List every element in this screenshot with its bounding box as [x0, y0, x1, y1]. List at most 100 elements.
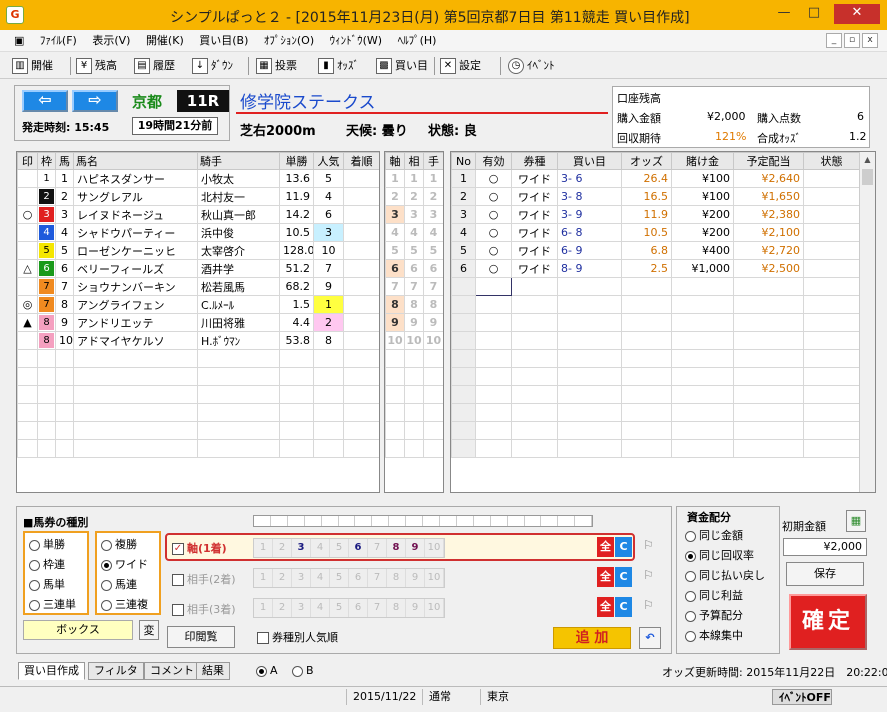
horse-row[interactable]: ▲ 8 9 アンドリエッテ 川田将雅 4.4 2 [17, 313, 379, 332]
ticket-type-radio[interactable] [101, 579, 112, 591]
tab-filter[interactable]: フィルタ [88, 662, 144, 680]
number-toggle[interactable]: 6 [349, 569, 368, 587]
partner2-flag-icon[interactable]: ⚐ [643, 568, 659, 586]
other-cell[interactable]: 8 [423, 295, 443, 314]
bet-amount[interactable]: ¥100 [671, 187, 734, 206]
partner2-all-button[interactable]: 全 [597, 567, 614, 587]
fund-radio[interactable] [685, 550, 696, 562]
col-mark[interactable]: 印 [17, 152, 38, 170]
axis-row[interactable]: 666 [385, 259, 443, 278]
partner2-checkbox[interactable] [172, 574, 184, 586]
bet-row[interactable]: 4 ○ ワイド 6- 8 10.5 ¥200 ¥2,100 [451, 223, 860, 242]
number-toggle[interactable]: 2 [273, 539, 292, 557]
confirm-button[interactable]: 確定 [789, 594, 867, 650]
fund-option[interactable]: 同じ回収率 [685, 547, 754, 563]
other-cell[interactable]: 7 [423, 277, 443, 296]
ticket-type-radio[interactable] [29, 539, 40, 551]
number-toggle[interactable]: 9 [406, 569, 425, 587]
bet-amount[interactable]: ¥1,000 [671, 259, 734, 278]
col-bet-amount[interactable]: 賭け金 [671, 152, 734, 170]
initial-amount-input[interactable]: ¥2,000 [783, 538, 867, 556]
horse-row[interactable]: 5 5 ローゼンケーニッヒ 太宰啓介 128.0 10 [17, 241, 379, 260]
axis-row[interactable]: 333 [385, 205, 443, 224]
toolbar-bets-button[interactable]: ▩ 買い目 [376, 56, 428, 76]
partner3-flag-icon[interactable]: ⚐ [643, 598, 659, 616]
ticket-type-radio[interactable] [29, 579, 40, 591]
number-toggle[interactable]: 3 [292, 569, 311, 587]
bet-valid[interactable]: ○ [475, 205, 512, 224]
horse-mark[interactable] [17, 277, 38, 296]
axis-row[interactable]: 888 [385, 295, 443, 314]
ticket-type-option[interactable]: 複勝 [101, 536, 137, 552]
number-toggle[interactable]: 5 [330, 569, 349, 587]
axis-checkbox[interactable]: ✓ [172, 543, 184, 555]
number-toggle[interactable]: 5 [330, 599, 349, 617]
other-cell[interactable]: 4 [423, 223, 443, 242]
axis-row[interactable]: 777 [385, 277, 443, 296]
fund-radio[interactable] [685, 570, 696, 582]
axis-all-button[interactable]: 全 [597, 537, 614, 557]
toolbar-download-button[interactable]: ↓ ﾀﾞｳﾝ [192, 56, 233, 76]
horse-mark[interactable]: ◎ [17, 295, 38, 314]
fund-radio[interactable] [685, 630, 696, 642]
bet-amount[interactable]: ¥100 [671, 169, 734, 188]
partner3-clear-button[interactable]: C [615, 597, 632, 617]
view-a-option[interactable]: A [256, 664, 278, 677]
number-toggle[interactable]: 2 [273, 569, 292, 587]
col-odds[interactable]: 単勝 [279, 152, 314, 170]
toolbar-settings-button[interactable]: ✕ 設定 [440, 56, 481, 76]
axis-cell[interactable]: 1 [385, 169, 405, 188]
col-popularity[interactable]: 人気 [313, 152, 344, 170]
next-race-button[interactable]: ⇨ [72, 90, 118, 112]
number-toggle[interactable]: 2 [273, 599, 292, 617]
ticket-type-option[interactable]: 馬連 [101, 576, 137, 592]
bet-valid[interactable]: ○ [475, 259, 512, 278]
axis-flag-icon[interactable]: ⚐ [643, 538, 659, 556]
other-cell[interactable]: 6 [423, 259, 443, 278]
col-no[interactable]: 馬 [55, 152, 74, 170]
partner3-row[interactable]: 相手(3着) [172, 601, 236, 617]
axis-clear-button[interactable]: C [615, 537, 632, 557]
minimize-button[interactable]: — [770, 4, 798, 24]
view-a-radio[interactable] [256, 665, 267, 677]
fund-option[interactable]: 予算配分 [685, 607, 743, 623]
box-field[interactable]: ボックス [23, 620, 133, 640]
toolbar-vote-button[interactable]: ▦ 投票 [256, 56, 297, 76]
partner-cell[interactable]: 5 [404, 241, 424, 260]
bet-amount[interactable]: ¥200 [671, 223, 734, 242]
number-toggle[interactable]: 8 [387, 539, 406, 557]
menu-help[interactable]: ﾍﾙﾌﾟ(H) [392, 30, 443, 52]
partner-cell[interactable]: 2 [404, 187, 424, 206]
partner-cell[interactable]: 3 [404, 205, 424, 224]
axis-row[interactable]: ✓ 軸(1着) [172, 540, 227, 556]
partner-cell[interactable]: 10 [404, 331, 424, 350]
number-toggle[interactable]: 7 [368, 539, 387, 557]
horse-mark[interactable] [17, 187, 38, 206]
horse-row[interactable]: △ 6 6 ベリーフィールズ 酒井学 51.2 7 [17, 259, 379, 278]
menu-options[interactable]: ｵﾌﾟｼｮﾝ(O) [258, 30, 320, 52]
axis-cell[interactable]: 4 [385, 223, 405, 242]
horse-mark[interactable] [17, 331, 38, 350]
col-frame[interactable]: 枠 [37, 152, 56, 170]
fund-option[interactable]: 同じ利益 [685, 587, 743, 603]
number-toggle[interactable]: 6 [349, 599, 368, 617]
other-cell[interactable]: 2 [423, 187, 443, 206]
change-button[interactable]: 変 [139, 620, 159, 640]
bet-amount[interactable]: ¥400 [671, 241, 734, 260]
add-button[interactable]: 追 加 [553, 627, 631, 649]
col-bet-type[interactable]: 券種 [511, 152, 558, 170]
col-bet-payout[interactable]: 予定配当 [733, 152, 804, 170]
number-toggle[interactable]: 7 [368, 599, 387, 617]
horse-row[interactable]: ◎ 7 8 アングライフェン C.ﾙﾒｰﾙ 1.5 1 [17, 295, 379, 314]
horse-mark[interactable] [17, 241, 38, 260]
popular-order-option[interactable]: 券種別人気順 [257, 629, 338, 645]
fund-option[interactable]: 同じ金額 [685, 527, 743, 543]
number-toggle[interactable]: 10 [425, 599, 444, 617]
tab-result[interactable]: 結果 [196, 662, 230, 680]
number-toggle[interactable]: 1 [254, 569, 273, 587]
mdi-minimize-button[interactable]: _ [826, 33, 842, 48]
number-toggle[interactable]: 5 [330, 539, 349, 557]
number-toggle[interactable]: 4 [311, 539, 330, 557]
partner3-numbers[interactable]: 1 2 3 4 5 6 7 8 9 10 [253, 598, 445, 618]
bet-amount[interactable]: ¥200 [671, 205, 734, 224]
